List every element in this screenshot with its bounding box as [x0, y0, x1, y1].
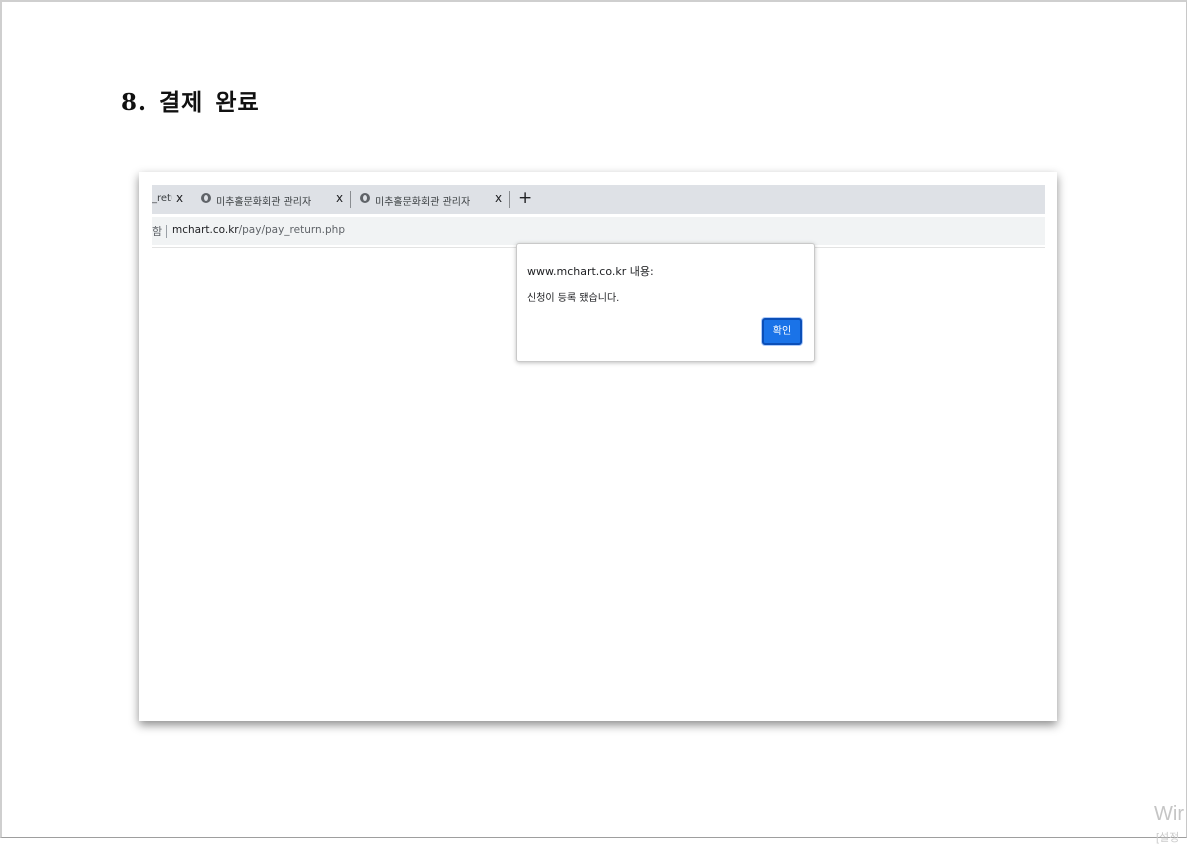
close-icon[interactable]: x — [176, 191, 183, 205]
globe-icon — [201, 193, 211, 203]
tab-admin-2[interactable]: 미추홀문화회관 관리자 x — [357, 185, 507, 214]
tab-title: 미추홀문화회관 관리자 — [216, 197, 312, 208]
tab-separator — [350, 191, 351, 208]
new-tab-button[interactable]: + — [518, 188, 532, 208]
dialog-message: 신청이 등록 됐습니다. — [527, 293, 620, 304]
globe-icon — [360, 193, 370, 203]
url-domain: mchart.co.kr — [172, 224, 239, 236]
activation-watermark: Wir — [1154, 803, 1184, 825]
tab-separator — [509, 191, 510, 208]
close-icon[interactable]: x — [495, 191, 502, 205]
tab-pay-return[interactable]: _retu x — [152, 185, 188, 214]
url-path: /pay/pay_return.php — [238, 224, 345, 236]
address-separator — [166, 225, 167, 238]
tab-bar: _retu x 미추홀문화회관 관리자 x 미추홀문화회관 관리자 x + — [152, 185, 1045, 214]
security-label[interactable]: 함 — [152, 223, 162, 239]
section-heading: 8. 결제 완료 — [121, 89, 260, 116]
ok-button[interactable]: 확인 — [762, 318, 802, 345]
alert-dialog: www.mchart.co.kr 내용: 신청이 등록 됐습니다. 확인 — [516, 243, 815, 362]
tab-title: _retu — [152, 193, 172, 204]
close-icon[interactable]: x — [336, 191, 343, 205]
url-text[interactable]: mchart.co.kr/pay/pay_return.php — [172, 224, 345, 236]
tab-title: 미추홀문화회관 관리자 — [375, 197, 471, 208]
dialog-title: www.mchart.co.kr 내용: — [527, 265, 654, 278]
address-bar[interactable]: 함 mchart.co.kr/pay/pay_return.php — [152, 217, 1045, 245]
tab-admin-1[interactable]: 미추홀문화회관 관리자 x — [198, 185, 348, 214]
browser-screenshot: _retu x 미추홀문화회관 관리자 x 미추홀문화회관 관리자 x + 함 … — [139, 172, 1057, 721]
